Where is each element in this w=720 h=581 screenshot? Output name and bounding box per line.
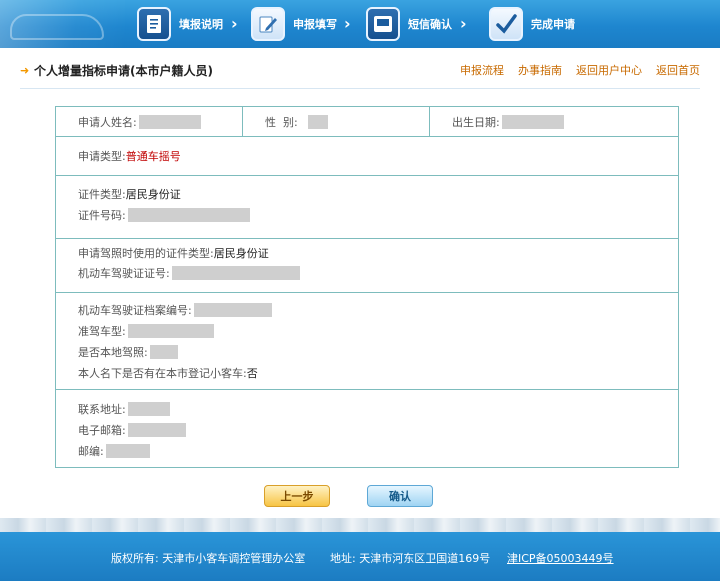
chevron-right-icon: ›: [460, 14, 467, 33]
address-line: 联系地址:: [78, 400, 170, 418]
footer-icp-link[interactable]: 津ICP备05003449号: [507, 550, 614, 566]
postcode-label: 邮编:: [78, 445, 104, 458]
arrow-right-icon: ➜: [20, 64, 30, 77]
link-home[interactable]: 返回首页: [656, 62, 700, 78]
document-icon: [137, 7, 171, 41]
redacted-id-number: [127, 208, 250, 222]
license-detail-row: 机动车驾驶证档案编号: 准驾车型: 是否本地驾照: 本人名下是否有在本市登记小客…: [56, 293, 678, 390]
license-id-type-value: 居民身份证: [213, 247, 269, 260]
confirm-button[interactable]: 确认: [367, 485, 433, 507]
check-icon: [489, 7, 523, 41]
chevron-right-icon: ›: [231, 14, 238, 33]
contact-row: 联系地址: 电子邮箱: 邮编:: [56, 390, 678, 468]
basic-info-row: 申请人姓名: 性 别: 出生日期:: [56, 107, 678, 137]
header-nav: 申报流程 办事指南 返回用户中心 返回首页: [460, 62, 700, 78]
link-user-center[interactable]: 返回用户中心: [576, 62, 642, 78]
step-fill-instructions: 填报说明: [137, 7, 223, 41]
id-number-line: 证件号码:: [78, 206, 250, 224]
birth-cell: 出生日期:: [430, 107, 678, 136]
apply-type-value: 普通车摇号: [125, 150, 181, 163]
birth-label: 出生日期:: [452, 115, 500, 129]
redacted-birth-date: [501, 114, 564, 129]
step-label: 短信确认: [408, 18, 452, 31]
application-summary: 申请人姓名: 性 别: 出生日期: 申请类型: 普通车摇号 证件类型: 居民身份…: [55, 106, 679, 468]
chevron-right-icon: ›: [344, 14, 351, 33]
step-fill-form: 申报填写: [251, 7, 337, 41]
license-number-line: 机动车驾驶证证号:: [78, 264, 300, 282]
local-license-label: 是否本地驾照:: [78, 346, 148, 359]
redacted-name: [138, 114, 201, 129]
address-label: 联系地址:: [78, 403, 126, 416]
footer-copyright: 版权所有: 天津市小客车调控管理办公室: [111, 552, 306, 565]
redacted-license-file: [193, 303, 272, 317]
name-cell: 申请人姓名:: [56, 107, 242, 136]
email-label: 电子邮箱:: [78, 424, 126, 437]
id-number-label: 证件号码:: [78, 209, 126, 222]
email-line: 电子邮箱:: [78, 421, 186, 439]
footer-address: 地址: 天津市河东区卫国道169号: [330, 552, 491, 565]
step-label: 完成申请: [531, 18, 575, 31]
license-id-type-line: 申请驾照时使用的证件类型: 居民身份证: [78, 244, 269, 262]
license-file-line: 机动车驾驶证档案编号:: [78, 301, 272, 319]
step-complete: 完成申请: [489, 7, 575, 41]
vehicle-class-label: 准驾车型:: [78, 325, 126, 338]
license-id-type-label: 申请驾照时使用的证件类型:: [78, 247, 214, 260]
license-id-row: 申请驾照时使用的证件类型: 居民身份证 机动车驾驶证证号:: [56, 239, 678, 293]
page-header: ➜ 个人增量指标申请(本市户籍人员) 申报流程 办事指南 返回用户中心 返回首页: [20, 62, 700, 80]
id-type-line: 证件类型: 居民身份证: [78, 185, 181, 203]
previous-step-button[interactable]: 上一步: [264, 485, 330, 507]
id-type-value: 居民身份证: [125, 188, 181, 201]
name-label: 申请人姓名:: [78, 115, 137, 129]
postcode-line: 邮编:: [78, 442, 150, 460]
redacted-license-number: [171, 266, 300, 280]
id-type-label: 证件类型:: [78, 188, 126, 201]
footer-decoration: [0, 518, 720, 532]
apply-type-line: 申请类型: 普通车摇号: [78, 147, 181, 165]
redacted-gender: [307, 114, 328, 129]
vehicle-class-line: 准驾车型:: [78, 322, 214, 340]
step-label: 申报填写: [293, 18, 337, 31]
license-file-label: 机动车驾驶证档案编号:: [78, 304, 192, 317]
step-progress-bar: 填报说明 › 申报填写 › 短信确认 › 完成申请: [0, 0, 720, 48]
redacted-vehicle-class: [127, 324, 214, 338]
apply-type-label: 申请类型:: [78, 150, 126, 163]
phone-icon: [366, 7, 400, 41]
local-license-line: 是否本地驾照:: [78, 343, 178, 361]
redacted-email: [127, 423, 186, 437]
id-info-row: 证件类型: 居民身份证 证件号码:: [56, 176, 678, 239]
car-banner-decoration: [0, 0, 125, 48]
divider: [20, 88, 700, 89]
has-car-line: 本人名下是否有在本市登记小客车: 否: [78, 364, 258, 382]
link-guide[interactable]: 办事指南: [518, 62, 562, 78]
has-car-value: 否: [246, 367, 258, 380]
has-car-label: 本人名下是否有在本市登记小客车:: [78, 367, 247, 380]
apply-type-row: 申请类型: 普通车摇号: [56, 137, 678, 176]
redacted-local-license: [149, 345, 178, 359]
step-sms-confirm: 短信确认: [366, 7, 452, 41]
gender-label: 性 别:: [265, 115, 298, 129]
step-label: 填报说明: [179, 18, 223, 31]
redacted-address: [127, 402, 170, 416]
redacted-postcode: [105, 444, 150, 458]
license-number-label: 机动车驾驶证证号:: [78, 267, 170, 280]
page-title: 个人增量指标申请(本市户籍人员): [34, 64, 213, 78]
edit-icon: [251, 7, 285, 41]
link-apply-process[interactable]: 申报流程: [460, 62, 504, 78]
gender-cell: 性 别:: [243, 107, 429, 136]
footer: 版权所有: 天津市小客车调控管理办公室 地址: 天津市河东区卫国道169号 津I…: [0, 532, 720, 581]
